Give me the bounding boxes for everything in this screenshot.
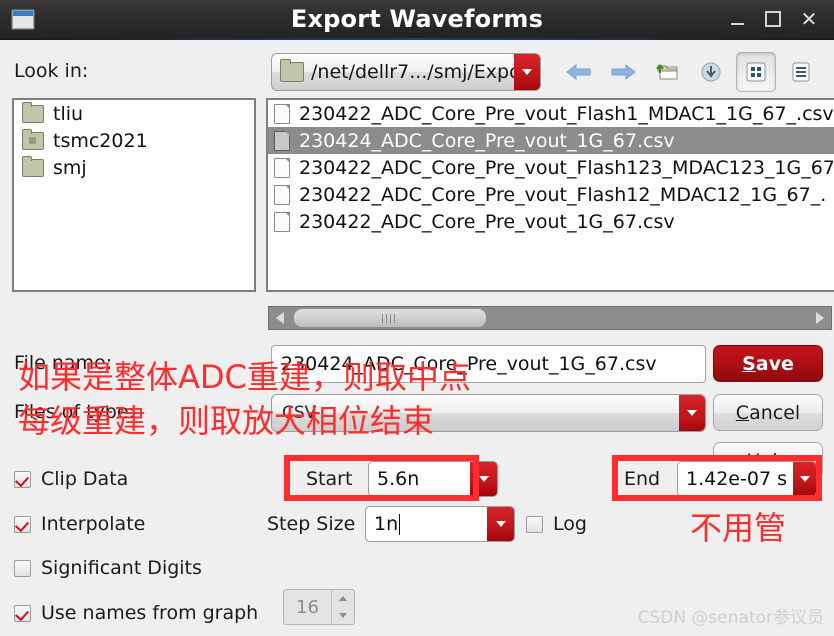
interpolate-checkbox-row[interactable]: Interpolate bbox=[14, 513, 145, 535]
title-bar: Export Waveforms ✕ bbox=[0, 0, 834, 40]
chevron-down-icon[interactable] bbox=[679, 395, 705, 431]
clip-data-label: Clip Data bbox=[41, 468, 129, 490]
maximize-button[interactable] bbox=[756, 2, 790, 36]
navigation-toolbar bbox=[560, 52, 820, 92]
file-name-label: 230422_ADC_Core_Pre_vout_1G_67.csv bbox=[299, 210, 675, 233]
file-icon bbox=[274, 130, 290, 151]
parent-folder-icon bbox=[656, 64, 678, 80]
significant-digits-checkbox-row[interactable]: Significant Digits bbox=[14, 557, 202, 579]
window-title: Export Waveforms bbox=[290, 5, 544, 33]
tree-item-label: tliu bbox=[53, 102, 84, 125]
step-size-value: 1n bbox=[374, 513, 399, 535]
list-item[interactable]: 230422_ADC_Core_Pre_vout_Flash123_MDAC12… bbox=[268, 154, 834, 181]
tree-item[interactable]: tliu bbox=[14, 100, 254, 127]
text-cursor bbox=[399, 513, 401, 535]
tree-item-label: tsmc2021 bbox=[53, 129, 148, 152]
file-icon bbox=[274, 157, 290, 178]
close-button[interactable]: ✕ bbox=[792, 2, 826, 36]
chevron-down-icon[interactable] bbox=[514, 54, 540, 90]
back-button[interactable] bbox=[560, 53, 598, 91]
look-in-row: Look in: /net/dellr7.../smj/Export bbox=[0, 48, 834, 96]
watermark: CSDN @senator参议员 bbox=[637, 608, 824, 628]
scrollbar-thumb[interactable] bbox=[293, 308, 487, 328]
list-item[interactable]: 230424_ADC_Core_Pre_vout_1G_67.csv bbox=[268, 127, 834, 154]
step-size-combobox[interactable]: 1n bbox=[365, 506, 515, 542]
use-names-from-graph-checkbox-row[interactable]: Use names from graph bbox=[14, 602, 258, 624]
file-name-label: 230422_ADC_Core_Pre_vout_Flash1_MDAC1_1G… bbox=[299, 102, 834, 125]
cancel-label-rest: ancel bbox=[749, 401, 801, 424]
folder-icon bbox=[22, 155, 44, 177]
save-mnemonic: S bbox=[742, 352, 756, 375]
file-list-horizontal-scrollbar[interactable] bbox=[268, 306, 832, 330]
list-item[interactable]: 230422_ADC_Core_Pre_vout_Flash12_MDAC12_… bbox=[268, 181, 834, 208]
minimize-button[interactable] bbox=[720, 2, 754, 36]
parent-folder-button[interactable] bbox=[648, 53, 686, 91]
file-icon bbox=[274, 184, 290, 205]
log-checkbox-row[interactable]: Log bbox=[526, 513, 587, 535]
scrollbar-grip bbox=[382, 313, 398, 323]
forward-icon bbox=[611, 63, 636, 81]
folder-icon bbox=[22, 101, 44, 123]
save-label-rest: ave bbox=[755, 352, 794, 375]
log-label: Log bbox=[553, 513, 587, 535]
spinner-down-icon[interactable] bbox=[332, 607, 354, 624]
tree-item[interactable]: smj bbox=[14, 154, 254, 181]
export-waveforms-dialog: Export Waveforms ✕ Look in: /net/dellr7.… bbox=[0, 0, 834, 636]
significant-digits-spinner[interactable]: 16 bbox=[283, 589, 355, 625]
file-name-label: 230424_ADC_Core_Pre_vout_1G_67.csv bbox=[299, 129, 675, 152]
file-name-label: 230422_ADC_Core_Pre_vout_Flash12_MDAC12_… bbox=[299, 183, 827, 206]
save-button[interactable]: Save bbox=[713, 345, 823, 382]
significant-digits-label: Significant Digits bbox=[41, 557, 202, 579]
detail-view-icon bbox=[792, 62, 810, 82]
back-icon bbox=[566, 63, 591, 81]
annotation-box-start bbox=[284, 455, 479, 501]
list-view-icon bbox=[746, 62, 766, 82]
file-name-label: 230422_ADC_Core_Pre_vout_Flash123_MDAC12… bbox=[299, 156, 834, 179]
annotation-line-3: 不用管 bbox=[690, 509, 787, 547]
list-item[interactable]: 230422_ADC_Core_Pre_vout_1G_67.csv bbox=[268, 208, 834, 235]
scroll-right-icon[interactable] bbox=[809, 307, 831, 329]
log-checkbox[interactable] bbox=[526, 515, 543, 533]
clip-data-checkbox-row[interactable]: Clip Data bbox=[14, 468, 128, 490]
list-item[interactable]: 230422_ADC_Core_Pre_vout_Flash1_MDAC1_1G… bbox=[268, 100, 834, 127]
spinner-up-icon[interactable] bbox=[332, 590, 354, 607]
path-value: /net/dellr7.../smj/Export bbox=[311, 61, 536, 83]
forward-button[interactable] bbox=[604, 53, 642, 91]
spinner-buttons bbox=[331, 590, 354, 624]
annotation-line-1: 如果是整体ADC重建，则取中点 bbox=[18, 358, 471, 396]
significant-digits-checkbox[interactable] bbox=[14, 559, 31, 577]
use-names-from-graph-checkbox[interactable] bbox=[14, 604, 31, 622]
interpolate-label: Interpolate bbox=[41, 513, 146, 535]
path-combobox[interactable]: /net/dellr7.../smj/Export bbox=[271, 53, 541, 91]
folder-tree-pane[interactable]: tliu tsmc2021 smj bbox=[12, 98, 256, 292]
tree-item-label: smj bbox=[53, 156, 87, 179]
interpolate-checkbox[interactable] bbox=[14, 515, 31, 533]
tree-item[interactable]: tsmc2021 bbox=[14, 127, 254, 154]
annotation-line-2: 每级重建，则取放大相位结束 bbox=[18, 402, 435, 440]
look-in-label: Look in: bbox=[14, 60, 89, 82]
annotation-box-end bbox=[612, 455, 822, 501]
scroll-left-icon[interactable] bbox=[269, 307, 291, 329]
use-names-from-graph-label: Use names from graph bbox=[41, 602, 259, 624]
step-size-label: Step Size bbox=[267, 513, 356, 535]
cancel-button[interactable]: Cancel bbox=[713, 394, 823, 431]
new-folder-button[interactable] bbox=[692, 53, 730, 91]
file-icon bbox=[274, 103, 290, 124]
clip-data-checkbox[interactable] bbox=[14, 470, 31, 488]
detail-view-button[interactable] bbox=[782, 53, 820, 91]
folder-icon bbox=[280, 59, 304, 82]
list-view-button[interactable] bbox=[736, 52, 776, 92]
home-folder-icon bbox=[22, 128, 44, 150]
file-list-pane[interactable]: 230422_ADC_Core_Pre_vout_Flash1_MDAC1_1G… bbox=[266, 98, 834, 292]
significant-digits-value: 16 bbox=[296, 596, 319, 618]
cancel-mnemonic: C bbox=[735, 401, 750, 424]
window-controls: ✕ bbox=[720, 0, 826, 38]
file-icon bbox=[274, 211, 290, 232]
new-folder-icon bbox=[701, 62, 721, 82]
chevron-down-icon[interactable] bbox=[487, 507, 514, 541]
